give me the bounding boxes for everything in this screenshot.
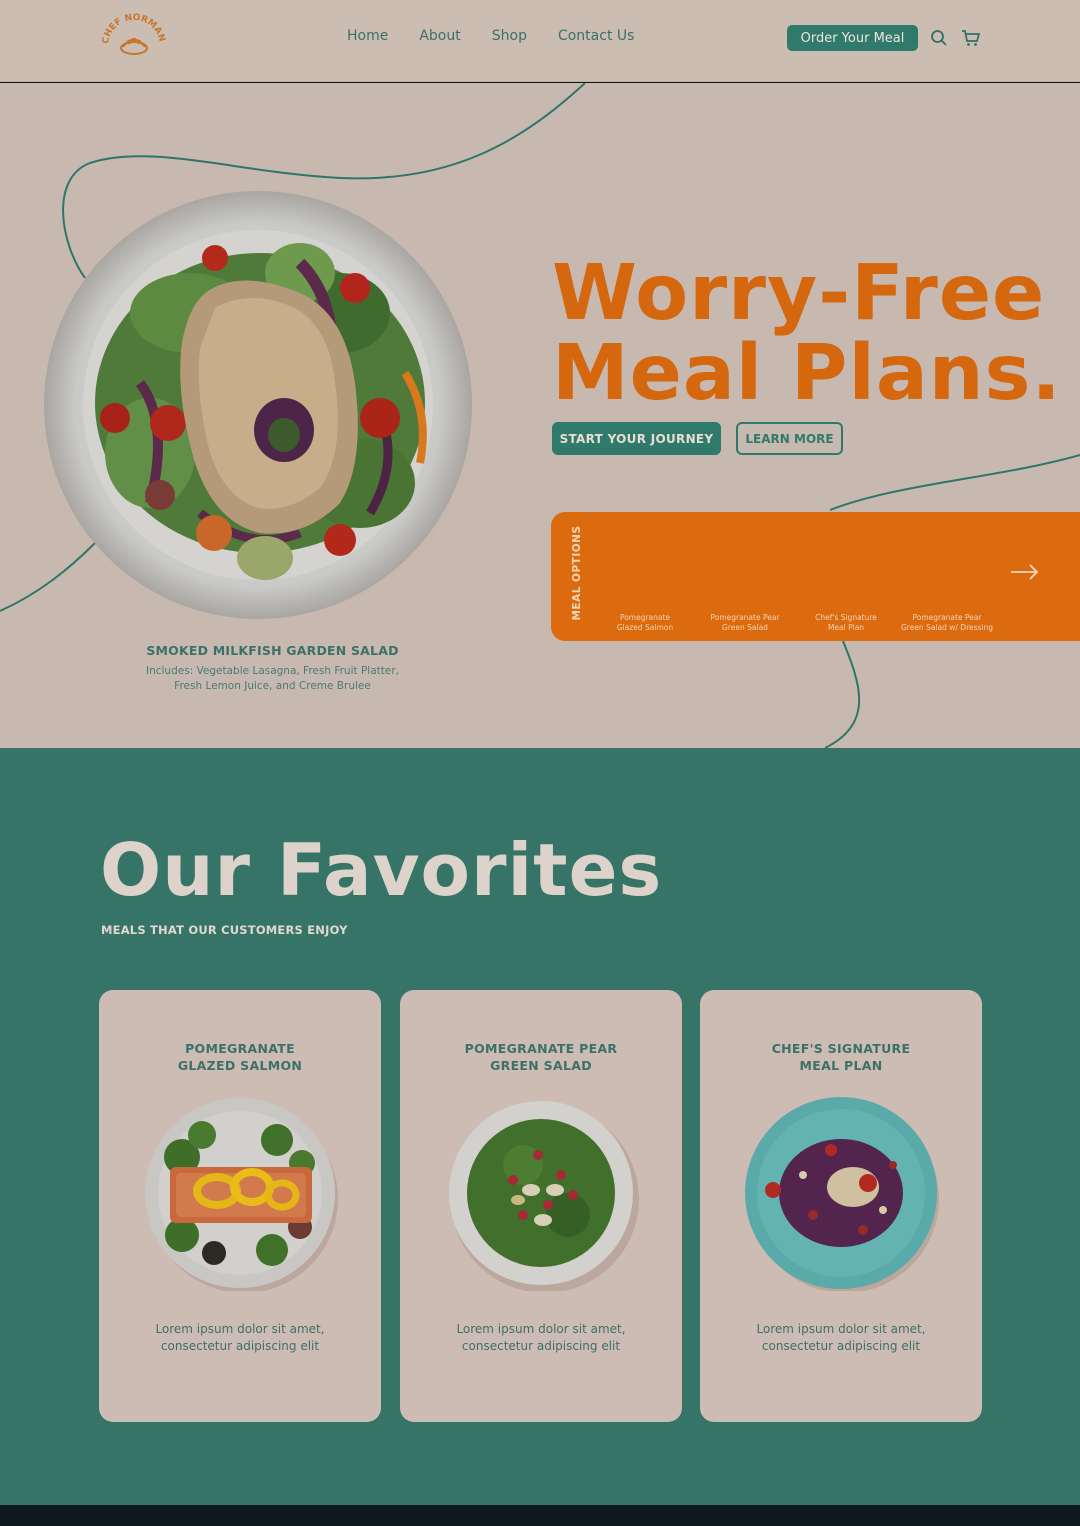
card-description: Lorem ipsum dolor sit amet, consectetur a…: [99, 1321, 381, 1355]
card-title-line: POMEGRANATE: [185, 1041, 295, 1056]
hero-title-line2: Meal Plans.: [552, 329, 1062, 418]
pear-salad-image: [449, 1101, 639, 1291]
meal-option-name: Chef's Signature: [815, 613, 877, 622]
meal-option-name: Pomegranate Pear: [912, 613, 982, 622]
favorite-card-2[interactable]: POMEGRANATE PEAR GREEN SALAD Lorem ipsum …: [400, 990, 682, 1422]
card-title-line: GLAZED SALMON: [177, 1058, 303, 1073]
card-title: POMEGRANATE GLAZED SALMON: [99, 1040, 381, 1074]
card-text-line: Lorem ipsum dolor sit amet,: [756, 1322, 926, 1336]
learn-more-button[interactable]: LEARN MORE: [736, 422, 843, 455]
meal-option-1[interactable]: Pomegranate Glazed Salmon: [595, 603, 695, 633]
meal-option-name: Glazed Salmon: [616, 623, 674, 632]
card-title-line: GREEN SALAD: [490, 1058, 592, 1073]
search-icon[interactable]: [929, 28, 949, 48]
meal-option-3[interactable]: Chef's Signature Meal Plan: [796, 603, 896, 633]
arrow-right-icon[interactable]: [1010, 563, 1040, 585]
bottom-bar: [0, 1505, 1080, 1526]
meal-option-name: Pomegranate: [619, 613, 671, 622]
card-description: Lorem ipsum dolor sit amet, consectetur a…: [700, 1321, 982, 1355]
card-description: Lorem ipsum dolor sit amet, consectetur a…: [400, 1321, 682, 1355]
cart-icon[interactable]: [961, 28, 981, 48]
favorites-subtitle: MEALS THAT OUR CUSTOMERS ENJOY: [101, 923, 348, 937]
start-journey-button[interactable]: START YOUR JOURNEY: [552, 422, 721, 455]
favorite-card-3[interactable]: CHEF'S SIGNATURE MEAL PLAN Lorem ipsum do…: [700, 990, 982, 1422]
featured-meal-title: SMOKED MILKFISH GARDEN SALAD: [146, 643, 399, 658]
card-text-line: consectetur adipiscing elit: [160, 1339, 320, 1353]
card-text-line: Lorem ipsum dolor sit amet,: [155, 1322, 325, 1336]
nav-about[interactable]: About: [419, 28, 460, 44]
order-meal-button[interactable]: Order Your Meal: [787, 25, 918, 51]
meal-option-name: Meal Plan: [827, 623, 865, 632]
meal-option-name: Green Salad: [722, 623, 768, 632]
top-header: CHEF NORMAN MEALS Home About Shop Contac…: [0, 0, 1080, 82]
meal-options-label: MEAL OPTIONS: [571, 525, 583, 621]
nav-contact[interactable]: Contact Us: [558, 28, 634, 44]
favorite-card-1[interactable]: POMEGRANATE GLAZED SALMON Lorem ipsum dol…: [99, 990, 381, 1422]
favorites-title: Our Favorites: [100, 828, 663, 912]
card-text-line: consectetur adipiscing elit: [461, 1339, 621, 1353]
nav-home[interactable]: Home: [347, 28, 388, 44]
favorites-section: Our Favorites MEALS THAT OUR CUSTOMERS E…: [0, 748, 1080, 1505]
signature-plate-image: [745, 1097, 939, 1291]
card-text-line: Lorem ipsum dolor sit amet,: [456, 1322, 626, 1336]
featured-meal-description: Includes: Vegetable Lasagna, Fresh Fruit…: [145, 665, 399, 692]
hero-title-line1: Worry-Free: [552, 249, 1046, 338]
meal-option-name: Green Salad w/ Dressing: [900, 623, 994, 632]
salmon-dish-image: [145, 1098, 338, 1291]
meal-option-4[interactable]: Pomegranate Pear Green Salad w/ Dressing: [892, 603, 1002, 633]
card-title-line: POMEGRANATE PEAR: [464, 1041, 618, 1056]
meal-option-2[interactable]: Pomegranate Pear Green Salad: [695, 603, 795, 633]
brand-logo[interactable]: CHEF NORMAN MEALS: [94, 3, 170, 62]
card-text-line: consectetur adipiscing elit: [761, 1339, 921, 1353]
card-title: POMEGRANATE PEAR GREEN SALAD: [400, 1040, 682, 1074]
hero-section: Worry-Free Meal Plans. START YOUR JOURNE…: [0, 83, 1080, 748]
main-nav: Home About Shop Contact Us: [347, 28, 665, 44]
meal-option-name: Pomegranate Pear: [710, 613, 780, 622]
card-title: CHEF'S SIGNATURE MEAL PLAN: [700, 1040, 982, 1074]
card-title-line: MEAL PLAN: [799, 1058, 883, 1073]
card-title-line: CHEF'S SIGNATURE: [771, 1041, 911, 1056]
nav-shop[interactable]: Shop: [492, 28, 527, 44]
